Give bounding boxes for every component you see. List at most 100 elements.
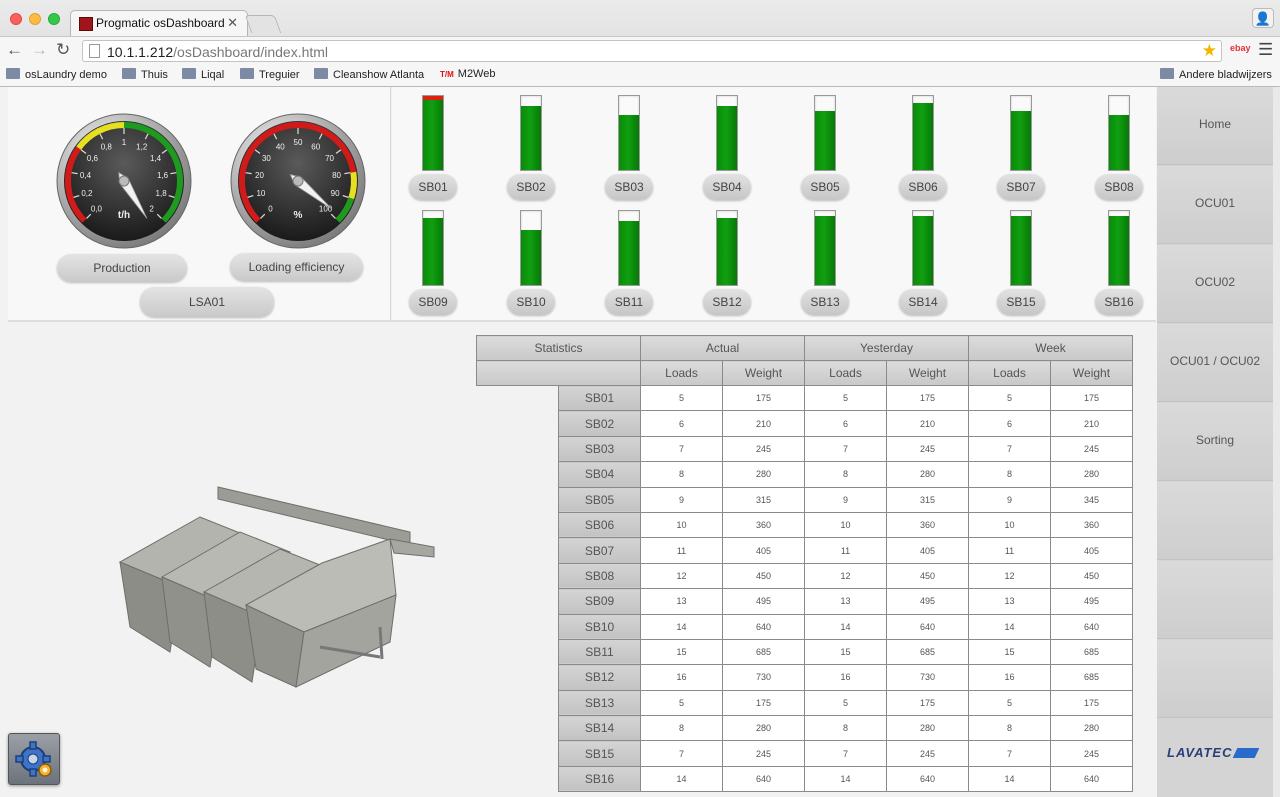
ebay-extension-icon[interactable]: ebay <box>1230 43 1251 53</box>
nav-ocu02[interactable]: OCU02 <box>1157 245 1273 323</box>
table-cell: 175 <box>886 384 969 412</box>
statistics-title: Statistics <box>476 335 641 361</box>
maximize-window-button[interactable] <box>48 13 60 25</box>
table-cell: 12 <box>804 562 887 590</box>
bin-label[interactable]: SB06 <box>899 174 947 200</box>
settings-button[interactable] <box>8 733 60 785</box>
table-cell: 640 <box>886 765 969 793</box>
bookmark-liqal[interactable]: Liqal <box>182 68 224 81</box>
table-cell: 450 <box>886 562 969 590</box>
bin-fill <box>1011 216 1031 285</box>
other-bookmarks[interactable]: Andere bladwijzers <box>1160 68 1272 81</box>
browser-tab[interactable]: Progmatic osDashboard ✕ <box>70 10 248 36</box>
new-tab-button[interactable] <box>244 15 282 33</box>
table-cell: 315 <box>886 486 969 513</box>
bin-label[interactable]: SB15 <box>997 289 1045 315</box>
bookmark-cleanshow-atlanta[interactable]: Cleanshow Atlanta <box>314 68 424 81</box>
table-cell: 5 <box>804 689 887 717</box>
minimize-window-button[interactable] <box>29 13 41 25</box>
subheader-weight: Weight <box>886 360 969 386</box>
table-cell: 8 <box>804 715 887 742</box>
row-header: SB06 <box>558 511 641 539</box>
nav-home[interactable]: Home <box>1157 87 1273 165</box>
table-cell: 175 <box>1050 689 1133 717</box>
table-cell: 13 <box>968 588 1051 615</box>
subheader-loads: Loads <box>968 360 1051 386</box>
close-tab-icon[interactable]: ✕ <box>227 15 238 31</box>
bin-sb02 <box>520 95 542 171</box>
bin-sb06 <box>912 95 934 171</box>
table-cell: 10 <box>968 511 1051 539</box>
bookmark-m2web[interactable]: T/M M2Web <box>440 68 495 80</box>
bin-label[interactable]: SB16 <box>1095 289 1143 315</box>
subheader-loads: Loads <box>804 360 887 386</box>
tab-title: Progmatic osDashboard <box>96 16 225 30</box>
bookmark-oslaundry-demo[interactable]: osLaundry demo <box>6 68 107 81</box>
table-cell: 245 <box>1050 740 1133 767</box>
table-cell: 15 <box>640 638 723 666</box>
table-cell: 16 <box>968 664 1051 691</box>
table-cell: 280 <box>722 461 805 488</box>
gear-icon <box>15 741 52 777</box>
bin-label[interactable]: SB14 <box>899 289 947 315</box>
bin-label[interactable]: SB04 <box>703 174 751 200</box>
bin-label[interactable]: SB02 <box>507 174 555 200</box>
table-cell: 280 <box>886 715 969 742</box>
row-spacer <box>477 716 559 741</box>
gauge-tick-label: 10 <box>256 189 265 198</box>
table-cell: 245 <box>722 435 805 463</box>
table-cell: 640 <box>886 613 969 640</box>
bin-fill <box>619 115 639 170</box>
table-cell: 360 <box>886 511 969 539</box>
bin-label[interactable]: SB13 <box>801 289 849 315</box>
forward-icon[interactable]: → <box>31 40 48 60</box>
bookmark-treguier[interactable]: Treguier <box>240 68 300 81</box>
address-bar[interactable]: 10.1.1.212/osDashboard/index.html ★ <box>82 40 1222 62</box>
table-cell: 16 <box>804 664 887 691</box>
reload-icon[interactable]: ↻ <box>56 40 70 60</box>
bin-label[interactable]: SB05 <box>801 174 849 200</box>
sorting-machine-illustration <box>118 486 435 688</box>
table-cell: 405 <box>722 537 805 564</box>
bin-sb13 <box>814 210 836 286</box>
bin-label[interactable]: SB07 <box>997 174 1045 200</box>
logo-bar <box>1232 748 1259 758</box>
bin-label[interactable]: SB11 <box>605 289 653 315</box>
close-window-button[interactable] <box>10 13 22 25</box>
bin-label[interactable]: SB10 <box>507 289 555 315</box>
table-cell: 15 <box>804 638 887 666</box>
subheader-row: Loads Weight Loads Weight Loads Weight <box>476 360 1133 386</box>
bin-label[interactable]: SB03 <box>605 174 653 200</box>
profile-icon[interactable]: 👤 <box>1252 8 1274 28</box>
row-spacer <box>477 538 559 563</box>
bin-label[interactable]: SB01 <box>409 174 457 200</box>
folder-icon <box>122 68 136 79</box>
bin-label[interactable]: SB12 <box>703 289 751 315</box>
table-cell: 6 <box>804 410 887 437</box>
row-spacer <box>477 766 559 791</box>
table-cell: 10 <box>804 511 887 539</box>
statistics-table: Statistics Actual Yesterday Week Loads We… <box>476 335 1133 793</box>
row-spacer <box>477 741 559 766</box>
table-cell: 9 <box>804 486 887 513</box>
table-cell: 280 <box>722 715 805 742</box>
nav-sorting[interactable]: Sorting <box>1157 403 1273 481</box>
gauge-unit: % <box>294 210 303 221</box>
nav-ocu01[interactable]: OCU01 <box>1157 166 1273 244</box>
nav-ocu01-ocu02[interactable]: OCU01 / OCU02 <box>1157 324 1273 402</box>
menu-icon[interactable]: ☰ <box>1258 40 1273 60</box>
table-cell: 175 <box>886 689 969 717</box>
bookmark-thuis[interactable]: Thuis <box>122 68 168 81</box>
row-spacer <box>477 563 559 588</box>
row-spacer <box>477 639 559 664</box>
bookmark-star-icon[interactable]: ★ <box>1202 41 1217 61</box>
bin-label[interactable]: SB08 <box>1095 174 1143 200</box>
table-row: SB12 16 730 16 730 16 685 <box>477 664 1133 691</box>
table-cell: 495 <box>1050 588 1133 615</box>
scrollbar[interactable] <box>1273 87 1280 797</box>
back-icon[interactable]: ← <box>6 40 23 60</box>
gauge-tick-label: 60 <box>311 142 320 151</box>
bin-label[interactable]: SB09 <box>409 289 457 315</box>
table-cell: 14 <box>968 613 1051 640</box>
table-cell: 14 <box>804 765 887 793</box>
